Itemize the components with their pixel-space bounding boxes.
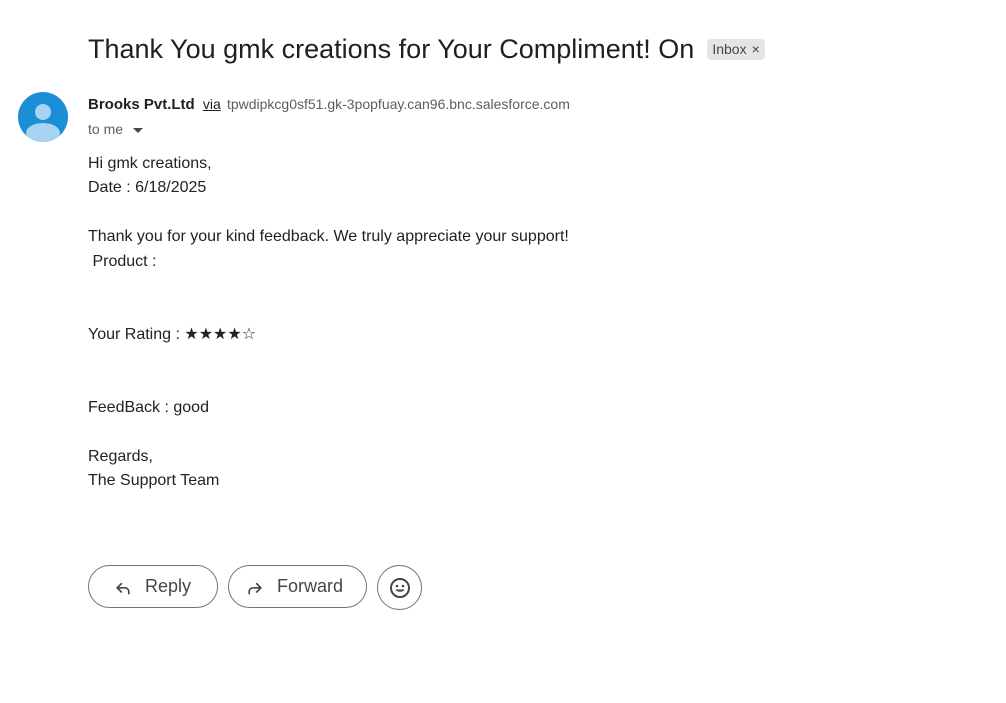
body-thanks: Thank you for your kind feedback. We tru… <box>88 228 569 245</box>
person-icon <box>26 104 60 142</box>
body-regards: Regards, <box>88 448 153 465</box>
recipient-text: to me <box>88 121 124 137</box>
subject-row: Thank You gmk creations for Your Complim… <box>88 30 765 68</box>
message-actions: Reply Forward <box>88 565 422 610</box>
reply-icon <box>113 577 133 597</box>
email-subject: Thank You gmk creations for Your Complim… <box>88 34 695 64</box>
inbox-label-chip[interactable]: Inbox × <box>707 38 765 60</box>
recipient-details-toggle[interactable]: to me <box>88 120 144 138</box>
body-product: Product : <box>88 253 157 270</box>
sender-line: Brooks Pvt.Ltd via tpwdipkcg0sf51.gk-3po… <box>88 94 570 115</box>
forward-icon <box>245 577 265 597</box>
reply-button[interactable]: Reply <box>88 565 218 608</box>
body-greeting: Hi gmk creations, <box>88 155 212 172</box>
via-address: tpwdipkcg0sf51.gk-3popfuay.can96.bnc.sal… <box>226 96 570 112</box>
emoji-reaction-button[interactable] <box>377 565 422 610</box>
emoji-icon <box>389 577 410 598</box>
body-rating: Your Rating : ★★★★☆ <box>88 326 257 343</box>
forward-label: Forward <box>277 576 344 596</box>
forward-button[interactable]: Forward <box>228 565 367 608</box>
via-link[interactable]: via <box>203 96 221 112</box>
reply-label: Reply <box>145 576 192 596</box>
remove-label-icon[interactable]: × <box>752 40 760 58</box>
sender-avatar[interactable] <box>18 92 68 142</box>
body-feedback: FeedBack : good <box>88 399 209 416</box>
inbox-label-text: Inbox <box>712 40 747 57</box>
body-date: Date : 6/18/2025 <box>88 179 207 196</box>
chevron-down-icon[interactable] <box>133 127 144 133</box>
body-signature: The Support Team <box>88 472 220 489</box>
sender-name[interactable]: Brooks Pvt.Ltd <box>88 96 195 113</box>
